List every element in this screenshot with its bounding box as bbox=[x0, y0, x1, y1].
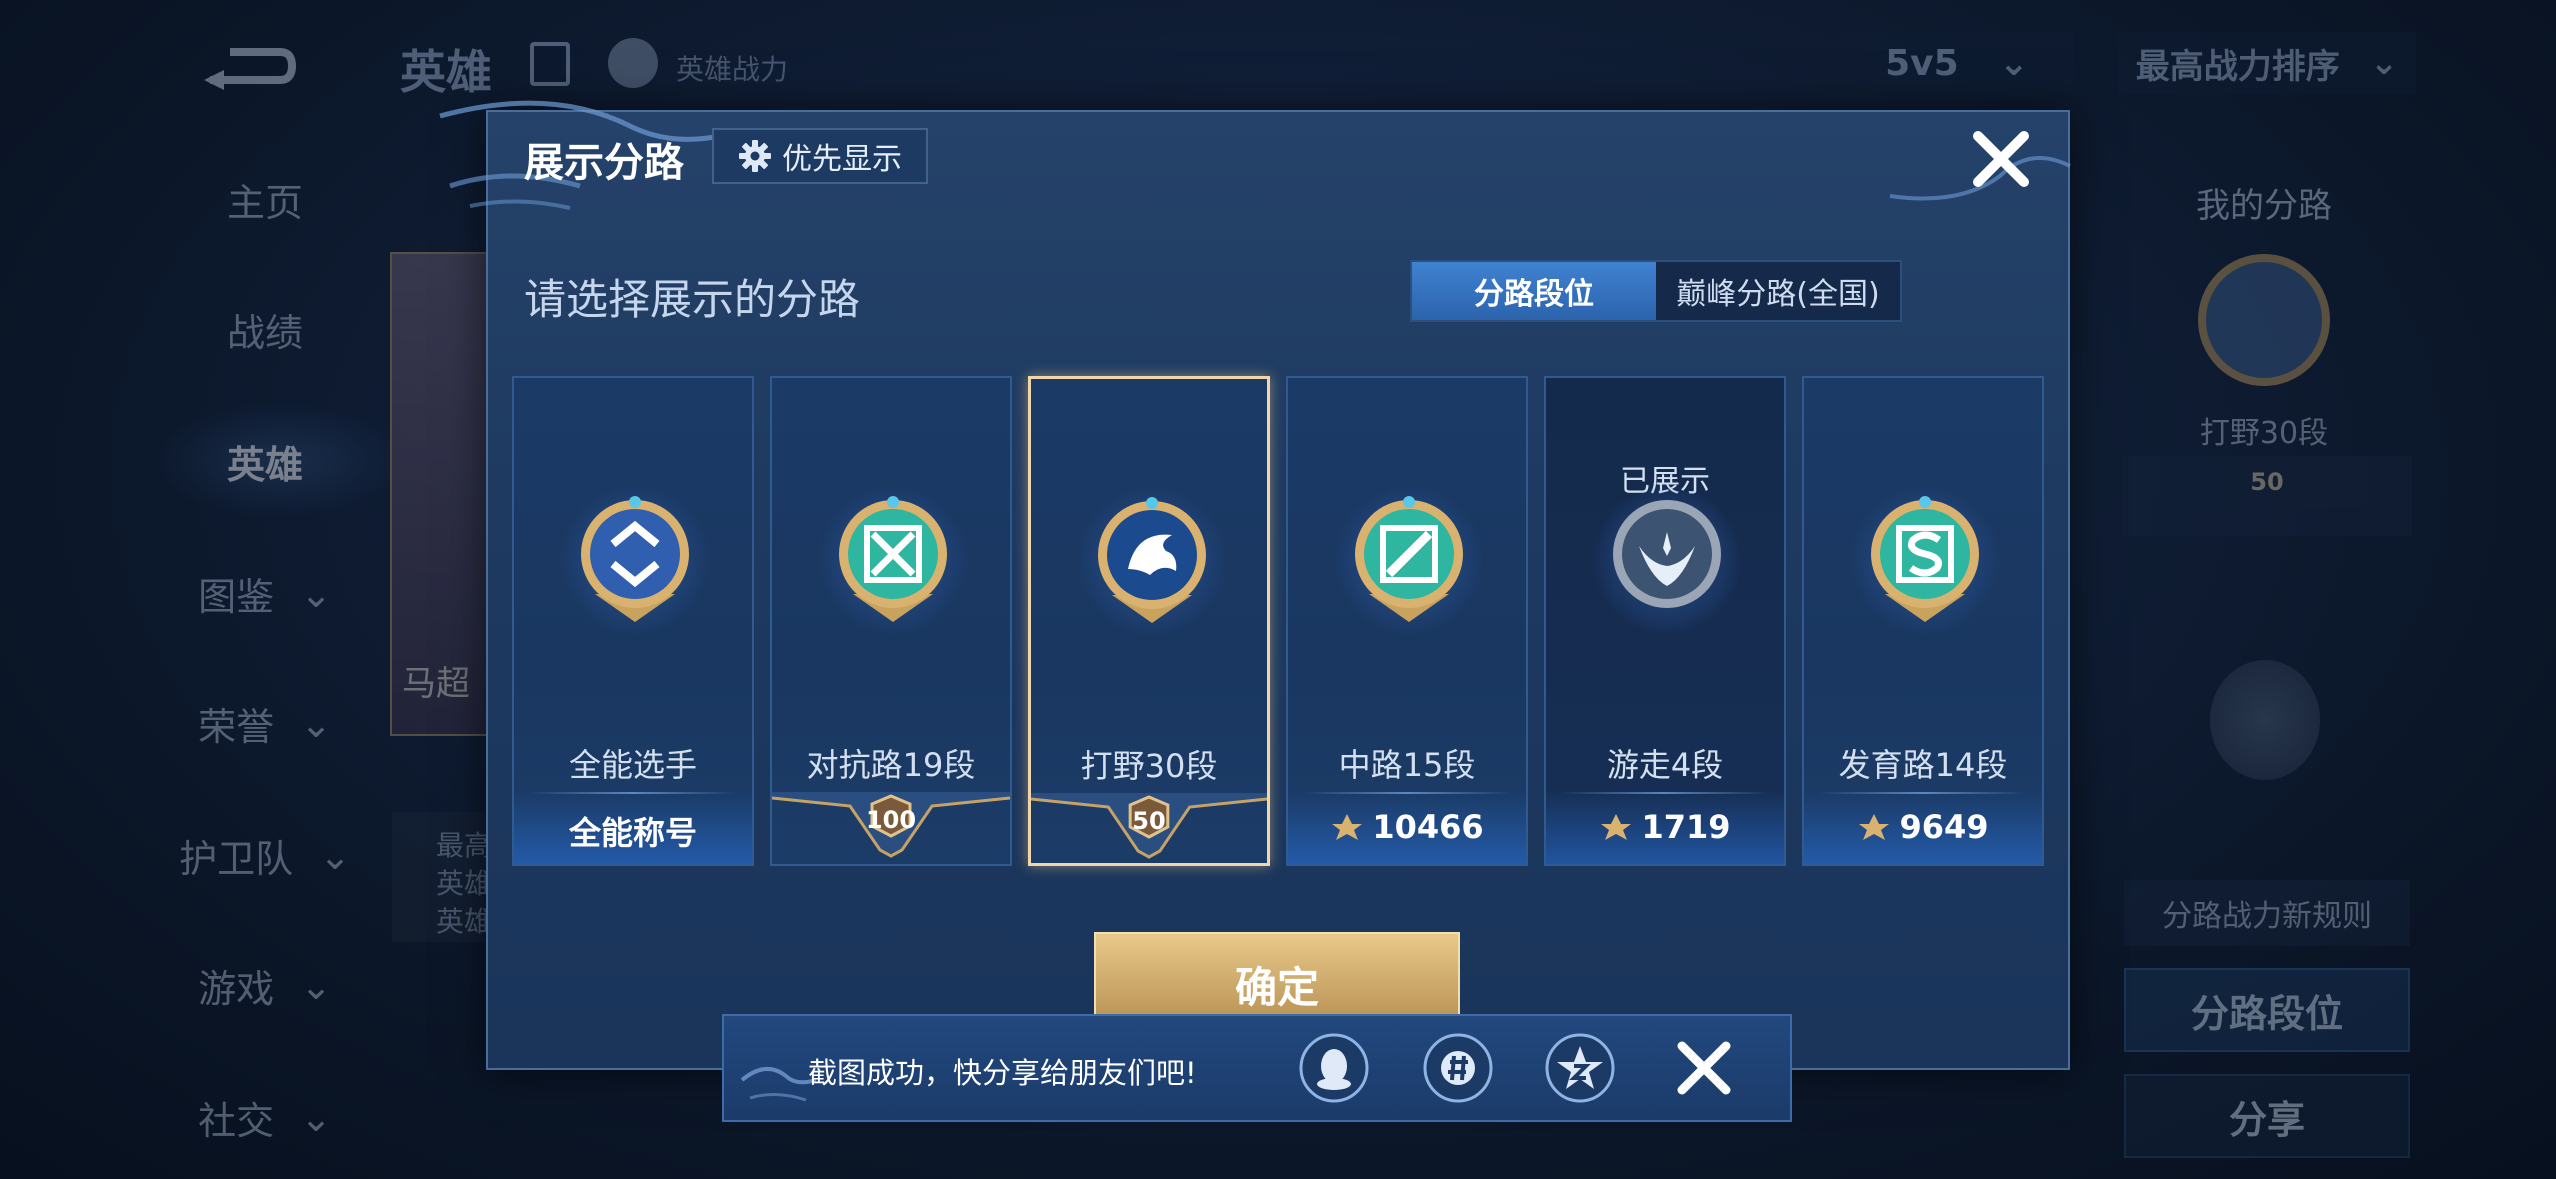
lane-card-score-value: 10466 bbox=[1372, 808, 1484, 846]
lane-card-name: 游走4段 bbox=[1606, 746, 1724, 784]
lane-type-tabs: 分路段位 巅峰分路(全国) bbox=[1410, 260, 1902, 322]
nav-item-social[interactable]: 社交 ⌄ bbox=[150, 1090, 380, 1145]
lane-card-score-value: 1719 bbox=[1641, 808, 1731, 846]
close-icon[interactable] bbox=[1672, 1036, 1736, 1100]
lane-power-rule-link[interactable]: 分路战力新规则 bbox=[2124, 880, 2410, 946]
nav-item-guard[interactable]: 护卫队 ⌄ bbox=[150, 828, 380, 883]
tab-peak-lane-national[interactable]: 巅峰分路(全国) bbox=[1656, 262, 1900, 320]
priority-display-label: 优先显示 bbox=[782, 142, 902, 177]
chevron-down-icon: ⌄ bbox=[300, 963, 332, 1008]
nav-item-label: 游戏 bbox=[198, 967, 275, 1011]
my-lane-title: 我的分路 bbox=[2196, 186, 2332, 226]
chevron-down-icon: ⌄ bbox=[319, 833, 351, 878]
nav-item-label: 战绩 bbox=[226, 311, 303, 355]
tab-lane-rank[interactable]: 分路段位 bbox=[1412, 262, 1656, 320]
lane-card-score: 10466 bbox=[1288, 808, 1526, 846]
chevron-down-icon: ⌄ bbox=[300, 701, 332, 746]
hero-info-line: 英雄 bbox=[436, 867, 493, 900]
sort-select[interactable]: 最高战力排序 ⌄ bbox=[2118, 32, 2416, 94]
lane-card-name: 打野30段 bbox=[1080, 747, 1218, 785]
lane-card-rank-number: 100 bbox=[865, 806, 917, 834]
my-lane-rank-plate: 50 bbox=[2122, 456, 2412, 536]
lane-card-farm[interactable]: 发育路14段 9649 bbox=[1802, 376, 2044, 866]
chevron-down-icon: ⌄ bbox=[1998, 42, 2029, 84]
nav-item-label: 主页 bbox=[226, 181, 303, 225]
chevron-down-icon: ⌄ bbox=[300, 571, 332, 616]
lane-rank-button[interactable]: 分路段位 bbox=[2124, 968, 2410, 1052]
lane-card-roam[interactable]: 已展示 游走4段 1719 bbox=[1544, 376, 1786, 866]
gear-icon bbox=[739, 140, 771, 172]
lane-card-score: 1719 bbox=[1546, 808, 1784, 846]
hero-info-line: 最高 bbox=[436, 829, 493, 862]
moments-icon[interactable] bbox=[1422, 1032, 1494, 1104]
power-score-icon bbox=[1601, 814, 1632, 840]
nav-item-games[interactable]: 游戏 ⌄ bbox=[150, 958, 380, 1013]
my-lane-rank-number: 50 bbox=[2250, 468, 2284, 496]
lane-card-jungle[interactable]: 打野30段 50 bbox=[1028, 376, 1270, 866]
nav-item-label: 社交 bbox=[198, 1099, 275, 1143]
chevron-down-icon: ⌄ bbox=[2369, 43, 2399, 83]
nav-item-label: 图鉴 bbox=[198, 575, 275, 619]
qq-icon[interactable] bbox=[1298, 1032, 1370, 1104]
share-toast-message: 截图成功，快分享给朋友们吧! bbox=[808, 1056, 1197, 1090]
lane-card-name: 全能选手 bbox=[568, 746, 697, 784]
roam-badge-icon bbox=[1613, 500, 1721, 608]
jungle-badge-icon bbox=[1098, 497, 1206, 623]
nav-item-honor[interactable]: 荣誉 ⌄ bbox=[150, 696, 380, 751]
back-arrow-icon[interactable] bbox=[190, 32, 300, 92]
lane-card-name: 中路15段 bbox=[1338, 746, 1476, 784]
share-button[interactable]: 分享 bbox=[2124, 1074, 2410, 1158]
priority-display-button[interactable]: 优先显示 bbox=[712, 128, 928, 184]
qzone-icon[interactable] bbox=[1544, 1032, 1616, 1104]
mid-lane-badge-icon bbox=[1355, 496, 1463, 622]
modal-title: 展示分路 bbox=[524, 140, 684, 186]
hero-power-label[interactable]: 英雄战力 bbox=[676, 48, 788, 88]
chevron-down-icon: ⌄ bbox=[300, 1095, 332, 1140]
lane-card-rank-number: 50 bbox=[1132, 807, 1166, 835]
lane-card-name: 对抗路19段 bbox=[806, 746, 976, 784]
lane-card-clash[interactable]: 对抗路19段 100 bbox=[770, 376, 1012, 866]
all-round-badge-icon bbox=[581, 496, 689, 622]
lane-card-score: 9649 bbox=[1804, 808, 2042, 846]
lane-card-name: 发育路14段 bbox=[1838, 746, 2008, 784]
mode-select-value: 5v5 bbox=[1885, 42, 1959, 84]
hero-info-line: 英雄 bbox=[436, 905, 493, 938]
lane-card-all-round[interactable]: 全能选手 全能称号 bbox=[512, 376, 754, 866]
nav-item-label: 荣誉 bbox=[198, 705, 275, 749]
nav-item-heroes[interactable]: 英雄 bbox=[150, 434, 380, 489]
jungle-badge-icon bbox=[2198, 254, 2330, 386]
nav-item-home[interactable]: 主页 bbox=[150, 172, 380, 227]
nav-item-label: 英雄 bbox=[226, 443, 303, 487]
farm-lane-badge-icon bbox=[1871, 496, 1979, 622]
close-icon[interactable] bbox=[1966, 124, 2036, 194]
roam-badge-icon bbox=[2210, 660, 2320, 780]
nav-item-records[interactable]: 战绩 bbox=[150, 302, 380, 357]
list-icon[interactable] bbox=[530, 42, 570, 86]
my-lane-rank: 打野30段 bbox=[2199, 416, 2329, 451]
hero-power-icon bbox=[608, 38, 658, 88]
power-score-icon bbox=[1859, 814, 1890, 840]
page-title: 英雄 bbox=[400, 45, 492, 99]
nav-item-label: 护卫队 bbox=[179, 837, 294, 881]
lane-card-score-value: 9649 bbox=[1899, 808, 1989, 846]
mode-select[interactable]: 5v5 ⌄ bbox=[1840, 32, 2074, 94]
confirm-button[interactable]: 确定 bbox=[1094, 932, 1460, 1022]
sort-select-value: 最高战力排序 bbox=[2135, 46, 2340, 87]
clash-lane-badge-icon bbox=[839, 496, 947, 622]
lane-card-mid[interactable]: 中路15段 10466 bbox=[1286, 376, 1528, 866]
lane-card-value: 全能称号 bbox=[568, 814, 697, 852]
select-lane-prompt: 请选择展示的分路 bbox=[524, 275, 861, 324]
hero-name: 马超 bbox=[402, 664, 470, 704]
nav-item-codex[interactable]: 图鉴 ⌄ bbox=[150, 566, 380, 621]
power-score-icon bbox=[1332, 814, 1363, 840]
